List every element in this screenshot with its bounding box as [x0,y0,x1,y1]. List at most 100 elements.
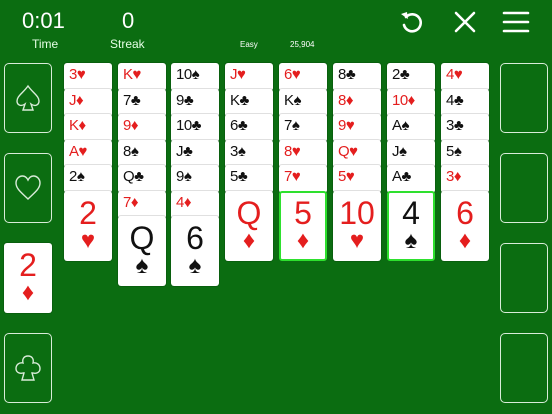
card-index: K♠ [284,92,301,109]
tableau-card[interactable]: 7♥ [279,165,327,193]
card-rank: 10 [339,195,375,231]
card-index: 9♥ [338,117,355,134]
card-index: 5♥ [338,168,355,185]
tableau-card[interactable]: 5♣ [225,165,273,193]
tableau-card[interactable]: 6♣ [225,114,273,142]
foundation-slot-hearts[interactable] [4,153,52,223]
card-index: K♦ [69,117,86,134]
clubs-outline-icon [15,355,41,381]
tableau-card[interactable]: 6 ♠ [171,216,219,286]
tableau-card[interactable]: A♣ [387,165,435,193]
card-index: A♠ [392,117,409,134]
tableau-card[interactable]: 10♣ [171,114,219,142]
tableau-card[interactable]: 4 ♠ [387,191,435,261]
tableau-card[interactable]: Q ♠ [118,216,166,286]
tableau-card[interactable]: 6 ♦ [441,191,489,261]
tableau-card[interactable]: K♠ [279,89,327,117]
free-cell[interactable] [500,153,548,223]
menu-button[interactable] [502,8,530,36]
tableau-card[interactable]: Q ♦ [225,191,273,261]
card-index: 5♣ [230,168,248,185]
tableau-card[interactable]: 4♥ [441,63,489,91]
card-index: K♥ [123,66,141,83]
tableau-card[interactable]: 6♥ [279,63,327,91]
card-index: 10♣ [176,117,202,134]
tableau-card[interactable]: 4♣ [441,89,489,117]
card-index: J♣ [176,143,193,160]
tableau-card[interactable]: 8♣ [333,63,381,91]
hud-bar: 0:01 Time 0 Streak Easy 25,904 [0,0,552,56]
tableau-card[interactable]: 3♦ [441,165,489,193]
tableau-card[interactable]: K♦ [64,114,112,142]
card-index: 2♠ [69,168,85,185]
tableau-card[interactable]: 2 ♥ [64,191,112,261]
time-value: 0:01 [22,8,65,33]
spades-icon: ♠ [188,252,202,279]
foundation-slot-clubs[interactable] [4,333,52,403]
card-index: 4♣ [446,92,464,109]
card-index: 9♦ [123,117,139,134]
card-index: Q♥ [338,143,358,160]
tableau-card[interactable]: 9♦ [118,114,166,142]
spades-icon: ♠ [135,252,149,279]
tableau-card[interactable]: K♥ [118,63,166,91]
free-cell[interactable] [500,333,548,403]
tableau-card[interactable]: A♠ [387,114,435,142]
card-index: 8♣ [338,66,356,83]
spades-outline-icon [16,84,40,111]
card-index: 3♠ [230,143,246,160]
time-label: Time [32,37,59,51]
tableau-card[interactable]: 5♠ [441,140,489,168]
card-index: 10♠ [176,66,200,83]
tableau-card[interactable]: 4♦ [171,191,219,219]
tableau-card[interactable]: 10♠ [171,63,219,91]
close-button[interactable] [451,8,479,36]
tableau-card[interactable]: A♥ [64,140,112,168]
tableau-card[interactable]: 7♣ [118,89,166,117]
tableau-card[interactable]: 8♦ [333,89,381,117]
tableau-card[interactable]: J♥ [225,63,273,91]
tableau-card[interactable]: 7♠ [279,114,327,142]
card-rank: 4 [402,195,420,231]
foundation-slot-spades[interactable] [4,63,52,133]
tableau-card[interactable]: 3♣ [441,114,489,142]
tableau-card[interactable]: 9♥ [333,114,381,142]
tableau-card[interactable]: 10 ♥ [333,191,381,261]
card-index: J♠ [392,143,407,160]
tableau-card[interactable]: 3♠ [225,140,273,168]
tableau-card[interactable]: 5♥ [333,165,381,193]
card-index: 8♠ [123,143,139,160]
card-rank: 6 [186,220,204,256]
tableau-card[interactable]: 8♠ [118,140,166,168]
tableau-card[interactable]: 9♠ [171,165,219,193]
tableau-card[interactable]: J♦ [64,89,112,117]
tableau-card[interactable]: 10♦ [387,89,435,117]
tableau-card[interactable]: K♣ [225,89,273,117]
free-cell[interactable] [500,63,548,133]
card-rank: Q [236,195,262,231]
diamonds-icon: ♦ [242,227,256,254]
tableau-card[interactable]: 3♥ [64,63,112,91]
tableau-card[interactable]: 8♥ [279,140,327,168]
card-index: 4♥ [446,66,463,83]
card-index: 9♠ [176,168,192,185]
tableau-card[interactable]: Q♣ [118,165,166,193]
card-index: 9♣ [176,92,194,109]
hearts-outline-icon [15,175,41,200]
close-icon [454,11,476,33]
tableau-card[interactable]: 2♠ [64,165,112,193]
card-index: 10♦ [392,92,415,109]
tableau-card[interactable]: 7♦ [118,191,166,219]
undo-button[interactable] [398,8,426,36]
card-rank: 5 [294,195,312,231]
free-cell[interactable] [500,243,548,313]
streak-label: Streak [110,37,145,51]
tableau-card[interactable]: J♣ [171,140,219,168]
tableau-card[interactable]: 9♣ [171,89,219,117]
tableau-card[interactable]: Q♥ [333,140,381,168]
card-rank: 2 [79,195,97,231]
tableau-card[interactable]: J♠ [387,140,435,168]
tableau-card[interactable]: 2♣ [387,63,435,91]
foundation-card[interactable]: 2 ♦ [4,243,52,313]
tableau-card[interactable]: 5 ♦ [279,191,327,261]
